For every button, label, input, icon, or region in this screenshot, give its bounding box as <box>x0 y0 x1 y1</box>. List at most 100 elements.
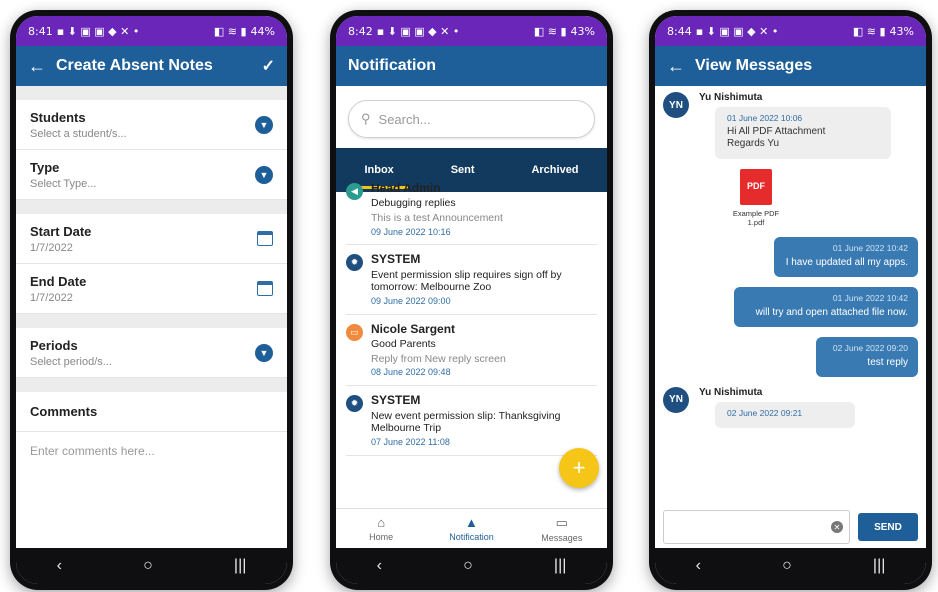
message-date: 02 June 2022 09:21 <box>727 407 803 418</box>
start-date-field[interactable]: Start Date 1/7/2022 <box>16 214 287 264</box>
field-placeholder: Select Type... <box>30 177 97 190</box>
nav-home[interactable]: ⌂ Home <box>346 515 416 542</box>
status-time: 8:44 <box>667 24 692 38</box>
screen: 8:42 ▪ ⬇ ▣ ▣ ◆ ✕ • ◧ ≋ ▮ 43% Notification … <box>336 16 607 584</box>
status-time: 8:42 <box>348 24 373 38</box>
phone-create-absent-notes: 8:41 ▪ ⬇ ▣ ▣ ◆ ✕ • ◧ ≋ ▮ 44% ← Create Abse… <box>10 10 293 590</box>
list-item[interactable]: ✹ SYSTEM Event permission slip requires s… <box>346 245 597 315</box>
item-title: Head Admin <box>371 181 441 195</box>
gear-icon: ✹ <box>346 395 363 413</box>
message-date: 02 June 2022 09:20 <box>832 342 908 353</box>
page-title: Create Absent Notes <box>56 57 213 74</box>
type-field[interactable]: Type Select Type... ▼ <box>16 150 287 200</box>
sender-name: Yu Nishimuta <box>699 386 763 398</box>
nav-messages[interactable]: ▭ Messages <box>527 515 597 543</box>
message-composer: ✕ SEND <box>655 506 926 548</box>
message-text: Hi All PDF Attachment <box>727 125 826 137</box>
notification-icons: ▪ ⬇ ▣ ▣ ◆ ✕ • <box>695 24 779 38</box>
status-bar: 8:44 ▪ ⬇ ▣ ▣ ◆ ✕ • ◧ ≋ ▮ 43% <box>655 16 926 46</box>
item-title: SYSTEM <box>371 252 421 267</box>
students-field[interactable]: Students Select a student/s... ▼ <box>16 100 287 150</box>
form: Students Select a student/s... ▼ Type Sele… <box>16 86 287 550</box>
list-item[interactable]: ▭ Nicole Sargent Good Parents Reply from N… <box>346 315 597 387</box>
pdf-icon: PDF <box>740 168 772 205</box>
item-date: 09 June 2022 10:16 <box>371 226 451 237</box>
nav-label: Home <box>369 532 394 542</box>
field-value: 1/7/2022 <box>30 291 73 304</box>
pdf-attachment[interactable]: PDF Example PDF 1.pdf <box>729 168 783 227</box>
system-nav-bar: ‹ ○ ||| <box>16 548 287 584</box>
calendar-icon[interactable] <box>257 231 273 246</box>
nav-recents-icon[interactable]: ||| <box>873 557 885 575</box>
nav-back-icon[interactable]: ‹ <box>377 557 382 575</box>
message-bubble: 01 June 2022 10:42 will try and open att… <box>734 286 918 327</box>
battery-level: 43% <box>570 24 595 38</box>
chevron-down-icon[interactable]: ▼ <box>255 165 273 184</box>
back-arrow-icon[interactable]: ← <box>667 56 695 77</box>
app-bar: ← Create Absent Notes ✓ <box>16 46 287 86</box>
megaphone-icon: ◀ <box>346 183 363 200</box>
search-wrap: ⚲ Search... <box>336 86 607 148</box>
item-subtext: This is a test Announcement <box>371 211 503 224</box>
screen: 8:44 ▪ ⬇ ▣ ▣ ◆ ✕ • ◧ ≋ ▮ 43% ← View Messag… <box>655 16 926 584</box>
signal-icons: ◧ ≋ ▮ <box>852 24 886 38</box>
comments-input[interactable]: Enter comments here... <box>16 432 287 550</box>
chevron-down-icon[interactable]: ▼ <box>255 115 273 134</box>
outgoing-message: 01 June 2022 10:42 I have updated all my… <box>663 236 918 277</box>
phone-notification: 8:42 ▪ ⬇ ▣ ▣ ◆ ✕ • ◧ ≋ ▮ 43% Notification … <box>330 10 613 590</box>
nav-home-icon[interactable]: ○ <box>463 557 473 575</box>
chat-icon: ▭ <box>555 514 568 530</box>
nav-recents-icon[interactable]: ||| <box>554 557 566 575</box>
message-date: 01 June 2022 10:42 <box>832 242 908 253</box>
search-input[interactable]: ⚲ Search... <box>348 100 595 138</box>
nav-notification[interactable]: ▲ Notification <box>436 515 506 542</box>
nav-recents-icon[interactable]: ||| <box>234 557 246 575</box>
search-icon: ⚲ <box>361 111 371 126</box>
item-date: 09 June 2022 09:00 <box>371 295 451 306</box>
list-item[interactable]: ✹ SYSTEM New event permission slip: Thank… <box>346 386 597 456</box>
status-bar: 8:42 ▪ ⬇ ▣ ▣ ◆ ✕ • ◧ ≋ ▮ 43% <box>336 16 607 46</box>
screen: 8:41 ▪ ⬇ ▣ ▣ ◆ ✕ • ◧ ≋ ▮ 44% ← Create Abse… <box>16 16 287 584</box>
system-nav-bar: ‹ ○ ||| <box>655 548 926 584</box>
chevron-down-icon[interactable]: ▼ <box>255 343 273 362</box>
item-title: Nicole Sargent <box>371 321 456 336</box>
chat-icon: ▭ <box>346 323 363 341</box>
add-button[interactable]: + <box>559 448 599 488</box>
calendar-icon[interactable] <box>257 281 273 296</box>
nav-home-icon[interactable]: ○ <box>143 557 153 575</box>
item-date: 08 June 2022 09:48 <box>371 367 451 378</box>
field-label: Students <box>30 109 86 125</box>
status-bar: 8:41 ▪ ⬇ ▣ ▣ ◆ ✕ • ◧ ≋ ▮ 44% <box>16 16 287 46</box>
bell-icon: ▲ <box>465 515 478 530</box>
item-subtext: Reply from New reply screen <box>371 352 506 365</box>
periods-field[interactable]: Periods Select period/s... ▼ <box>16 328 287 378</box>
bottom-nav: ⌂ Home ▲ Notification ▭ Messages <box>336 508 607 548</box>
field-label: Periods <box>30 337 78 353</box>
nav-back-icon[interactable]: ‹ <box>696 557 701 575</box>
app-bar: ← View Messages <box>655 46 926 86</box>
checkmark-icon[interactable]: ✓ <box>262 56 275 76</box>
back-arrow-icon[interactable]: ← <box>28 56 56 77</box>
clear-icon[interactable]: ✕ <box>831 521 843 533</box>
incoming-message: YN Yu Nishimuta 01 June 2022 10:06 Hi Al… <box>663 92 918 159</box>
gear-icon: ✹ <box>346 254 363 272</box>
status-time: 8:41 <box>28 24 53 38</box>
signal-icons: ◧ ≋ ▮ <box>533 24 567 38</box>
field-value: 1/7/2022 <box>30 241 73 254</box>
field-label: Type <box>30 159 60 175</box>
nav-home-icon[interactable]: ○ <box>782 557 792 575</box>
nav-back-icon[interactable]: ‹ <box>57 557 62 575</box>
message-bubble: 01 June 2022 10:06 Hi All PDF Attachment… <box>715 107 891 159</box>
field-placeholder: Select period/s... <box>30 355 112 368</box>
signal-icons: ◧ ≋ ▮ <box>213 24 247 38</box>
field-placeholder: Select a student/s... <box>30 127 127 140</box>
notification-icons: ▪ ⬇ ▣ ▣ ◆ ✕ • <box>376 24 460 38</box>
message-input[interactable]: ✕ <box>663 510 850 544</box>
end-date-field[interactable]: End Date 1/7/2022 <box>16 264 287 314</box>
send-button[interactable]: SEND <box>858 513 918 541</box>
field-label: Start Date <box>30 223 92 239</box>
item-text: Event permission slip requires sign off … <box>371 268 562 294</box>
notification-icons: ▪ ⬇ ▣ ▣ ◆ ✕ • <box>56 24 140 38</box>
list-item[interactable]: ◀ Head Admin Debugging replies This is a t… <box>346 174 597 246</box>
message-text: I have updated all my apps. <box>785 256 908 268</box>
